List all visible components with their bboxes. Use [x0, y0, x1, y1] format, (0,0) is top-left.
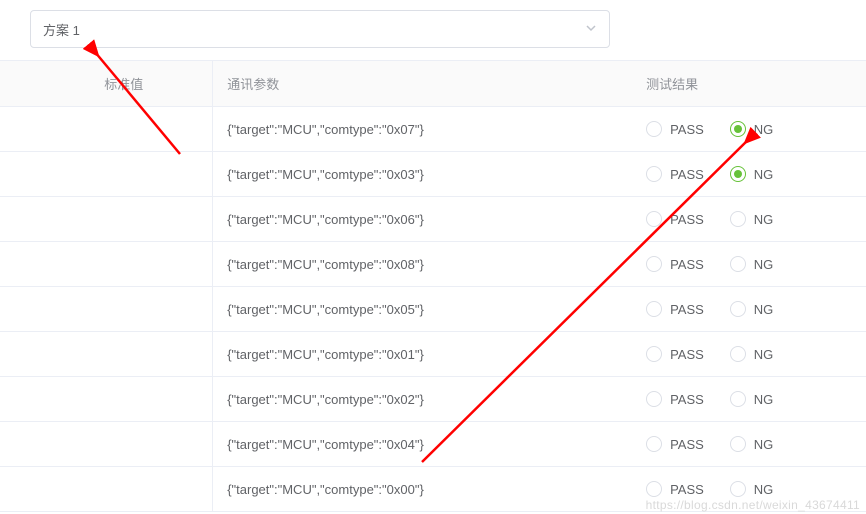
param-cell: {"target":"MCU","comtype":"0x06"} [213, 197, 638, 242]
pass-radio[interactable]: PASS [646, 481, 704, 497]
ng-label: NG [754, 212, 774, 227]
ng-label: NG [754, 437, 774, 452]
radio-circle-icon [646, 121, 662, 137]
table-row: {"target":"MCU","comtype":"0x05"} PASS NG [0, 287, 866, 332]
radio-circle-icon [730, 121, 746, 137]
param-cell: {"target":"MCU","comtype":"0x05"} [213, 287, 638, 332]
radio-circle-icon [730, 301, 746, 317]
ng-label: NG [754, 392, 774, 407]
test-table: 标准值 通讯参数 测试结果 {"target":"MCU","comtype":… [0, 60, 866, 512]
ng-label: NG [754, 167, 774, 182]
radio-circle-icon [646, 391, 662, 407]
chevron-down-icon [585, 22, 597, 37]
param-cell: {"target":"MCU","comtype":"0x00"} [213, 467, 638, 512]
col-header-result: 测试结果 [638, 61, 866, 107]
param-cell: {"target":"MCU","comtype":"0x04"} [213, 422, 638, 467]
pass-radio[interactable]: PASS [646, 166, 704, 182]
ng-radio[interactable]: NG [730, 391, 774, 407]
ng-radio[interactable]: NG [730, 211, 774, 227]
param-cell: {"target":"MCU","comtype":"0x03"} [213, 152, 638, 197]
ng-label: NG [754, 302, 774, 317]
radio-circle-icon [646, 346, 662, 362]
radio-circle-icon [730, 391, 746, 407]
ng-radio[interactable]: NG [730, 346, 774, 362]
radio-circle-icon [646, 301, 662, 317]
pass-radio[interactable]: PASS [646, 436, 704, 452]
watermark: https://blog.csdn.net/weixin_43674411 [646, 498, 860, 512]
param-cell: {"target":"MCU","comtype":"0x01"} [213, 332, 638, 377]
pass-radio[interactable]: PASS [646, 121, 704, 137]
pass-label: PASS [670, 167, 704, 182]
ng-label: NG [754, 347, 774, 362]
pass-radio[interactable]: PASS [646, 301, 704, 317]
pass-label: PASS [670, 437, 704, 452]
ng-label: NG [754, 482, 774, 497]
pass-radio[interactable]: PASS [646, 256, 704, 272]
radio-circle-icon [646, 256, 662, 272]
ng-radio[interactable]: NG [730, 436, 774, 452]
ng-radio[interactable]: NG [730, 256, 774, 272]
col-header-empty [0, 61, 96, 107]
plan-select-value: 方案 1 [43, 20, 80, 39]
radio-circle-icon [730, 256, 746, 272]
radio-circle-icon [646, 211, 662, 227]
radio-circle-icon [730, 346, 746, 362]
table-row: {"target":"MCU","comtype":"0x06"} PASS NG [0, 197, 866, 242]
radio-circle-icon [730, 481, 746, 497]
pass-label: PASS [670, 257, 704, 272]
table-row: {"target":"MCU","comtype":"0x03"} PASS NG [0, 152, 866, 197]
ng-radio[interactable]: NG [730, 301, 774, 317]
table-row: {"target":"MCU","comtype":"0x08"} PASS NG [0, 242, 866, 287]
col-header-param: 通讯参数 [213, 61, 638, 107]
pass-label: PASS [670, 302, 704, 317]
pass-label: PASS [670, 347, 704, 362]
ng-radio[interactable]: NG [730, 481, 774, 497]
pass-label: PASS [670, 392, 704, 407]
param-cell: {"target":"MCU","comtype":"0x02"} [213, 377, 638, 422]
radio-circle-icon [730, 211, 746, 227]
pass-label: PASS [670, 122, 704, 137]
radio-circle-icon [646, 481, 662, 497]
ng-label: NG [754, 122, 774, 137]
table-row: {"target":"MCU","comtype":"0x07"} PASS NG [0, 107, 866, 152]
radio-circle-icon [730, 436, 746, 452]
ng-radio[interactable]: NG [730, 121, 774, 137]
ng-label: NG [754, 257, 774, 272]
param-cell: {"target":"MCU","comtype":"0x08"} [213, 242, 638, 287]
radio-circle-icon [730, 166, 746, 182]
radio-circle-icon [646, 436, 662, 452]
pass-radio[interactable]: PASS [646, 346, 704, 362]
pass-radio[interactable]: PASS [646, 211, 704, 227]
table-row: {"target":"MCU","comtype":"0x02"} PASS NG [0, 377, 866, 422]
radio-circle-icon [646, 166, 662, 182]
table-row: {"target":"MCU","comtype":"0x01"} PASS NG [0, 332, 866, 377]
ng-radio[interactable]: NG [730, 166, 774, 182]
pass-label: PASS [670, 212, 704, 227]
plan-select[interactable]: 方案 1 [30, 10, 610, 48]
param-cell: {"target":"MCU","comtype":"0x07"} [213, 107, 638, 152]
pass-radio[interactable]: PASS [646, 391, 704, 407]
pass-label: PASS [670, 482, 704, 497]
col-header-standard: 标准值 [96, 61, 212, 107]
table-row: {"target":"MCU","comtype":"0x04"} PASS NG [0, 422, 866, 467]
